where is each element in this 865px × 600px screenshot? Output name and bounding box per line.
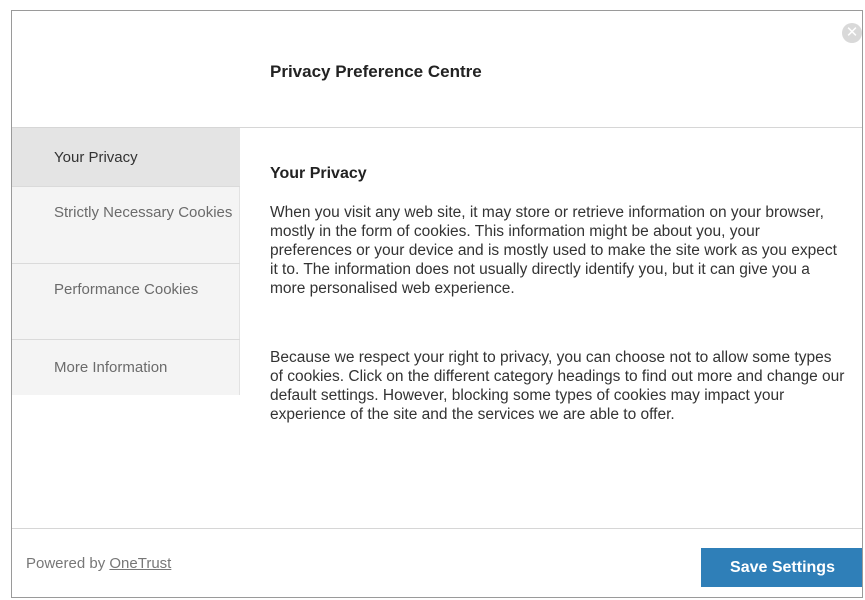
sidebar-item-your-privacy[interactable]: Your Privacy bbox=[12, 128, 240, 187]
dialog-footer: Powered by OneTrust Save Settings bbox=[12, 528, 862, 597]
save-settings-button[interactable]: Save Settings bbox=[701, 548, 862, 587]
dialog-title: Privacy Preference Centre bbox=[270, 62, 482, 81]
sidebar-empty-area bbox=[12, 395, 240, 529]
onetrust-link[interactable]: OneTrust bbox=[109, 555, 171, 572]
sidebar-item-label: Performance Cookies bbox=[54, 281, 199, 298]
close-icon[interactable]: ✕ bbox=[842, 23, 862, 43]
content-paragraph: Because we respect your right to privacy… bbox=[270, 349, 845, 423]
privacy-preference-dialog: Privacy Preference Centre ✕ Your Privacy… bbox=[11, 10, 863, 598]
powered-by-text: Powered by OneTrust bbox=[26, 555, 171, 572]
sidebar-item-label: Strictly Necessary Cookies bbox=[54, 204, 233, 221]
dialog-header: Privacy Preference Centre ✕ bbox=[12, 11, 862, 128]
content-paragraph: When you visit any web site, it may stor… bbox=[270, 204, 837, 297]
sidebar-item-strictly-necessary-cookies[interactable]: Strictly Necessary Cookies bbox=[12, 187, 240, 264]
sidebar-item-performance-cookies[interactable]: Performance Cookies bbox=[12, 264, 240, 340]
powered-by-prefix: Powered by bbox=[26, 555, 110, 572]
content-title: Your Privacy bbox=[270, 165, 367, 182]
sidebar-item-label: More Information bbox=[54, 359, 168, 376]
sidebar-item-more-information[interactable]: More Information bbox=[12, 340, 240, 396]
sidebar-item-label: Your Privacy bbox=[54, 149, 138, 166]
